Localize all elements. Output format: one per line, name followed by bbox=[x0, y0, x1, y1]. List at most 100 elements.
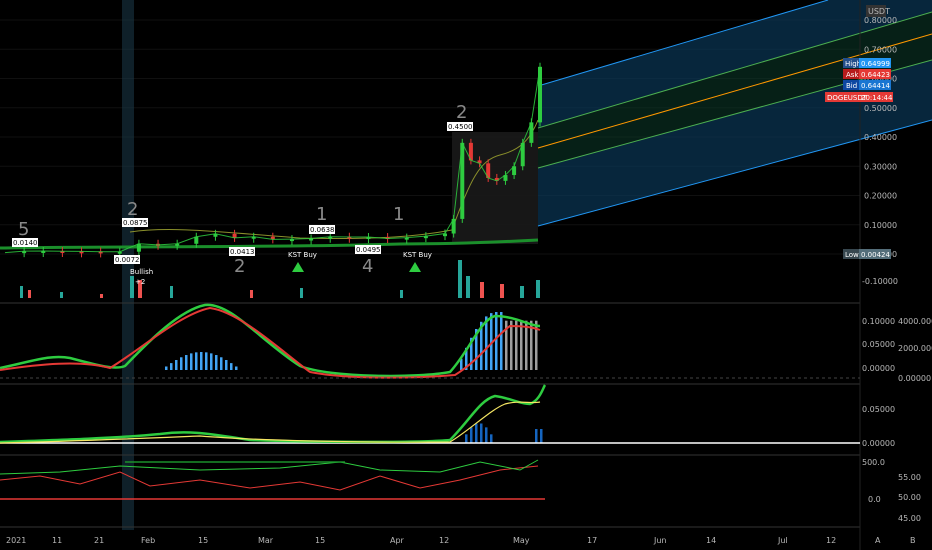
y-tick-label: 0.30000 bbox=[864, 162, 897, 171]
svg-text:KST Buy: KST Buy bbox=[403, 251, 432, 259]
osc2-histogram-bar bbox=[465, 434, 468, 443]
macd-histogram-bar bbox=[525, 320, 528, 370]
svg-text:B: B bbox=[910, 536, 916, 545]
y-tick-label: 0.20000 bbox=[864, 192, 897, 201]
y-tick-label: 0.10000 bbox=[864, 221, 897, 230]
macd-histogram-bar bbox=[170, 363, 173, 370]
tag-3: 0.04133 bbox=[229, 247, 259, 256]
osc2-histogram-bar bbox=[480, 423, 483, 443]
svg-text:KST Buy: KST Buy bbox=[288, 251, 317, 259]
macd-histogram-bar bbox=[185, 355, 188, 370]
svg-text:A: A bbox=[875, 536, 881, 545]
x-tick-label: 12 bbox=[826, 536, 836, 545]
x-tick-label: 21 bbox=[94, 536, 104, 545]
svg-text:1: 1 bbox=[316, 204, 327, 225]
svg-text:2: 2 bbox=[234, 256, 245, 277]
svg-text:0.08750: 0.08750 bbox=[123, 219, 152, 227]
macd-histogram-bar bbox=[220, 357, 223, 370]
highlight-bar bbox=[122, 0, 134, 530]
svg-text:0.04956: 0.04956 bbox=[356, 246, 385, 254]
osc2-histogram-bar bbox=[485, 427, 488, 443]
svg-text:50.00: 50.00 bbox=[898, 493, 921, 502]
macd-histogram-bar bbox=[215, 355, 218, 370]
svg-text:Bid: Bid bbox=[846, 82, 857, 90]
y-tick-label: 0.70000 bbox=[864, 45, 897, 54]
x-tick-label: Apr bbox=[390, 536, 405, 545]
x-tick-label: 2021 bbox=[6, 536, 26, 545]
svg-text:55.00: 55.00 bbox=[898, 473, 921, 482]
macd-histogram-bar bbox=[225, 359, 228, 370]
x-tick-label: 17 bbox=[587, 536, 597, 545]
currency-label: USDT bbox=[866, 5, 890, 17]
macd-histogram-bar bbox=[190, 353, 193, 370]
x-tick-label: Feb bbox=[141, 536, 155, 545]
svg-text:1: 1 bbox=[393, 204, 404, 225]
svg-text:0.00728: 0.00728 bbox=[115, 256, 144, 264]
macd-histogram-bar bbox=[495, 312, 498, 370]
svg-text:2: 2 bbox=[456, 102, 467, 123]
x-tick-label: 11 bbox=[52, 536, 62, 545]
x-tick-label: 15 bbox=[198, 536, 208, 545]
osc2-histogram-bar bbox=[540, 429, 543, 443]
svg-text:-0.10000: -0.10000 bbox=[862, 277, 898, 286]
svg-text:0.64999: 0.64999 bbox=[861, 60, 890, 68]
svg-text:Low: Low bbox=[845, 251, 859, 259]
x-tick-label: 14 bbox=[706, 536, 716, 545]
svg-text:0.05000: 0.05000 bbox=[862, 405, 895, 414]
x-tick-label: May bbox=[513, 536, 530, 545]
symbol-countdown: DOGEUSDT 20:14:44 bbox=[825, 92, 893, 102]
macd-histogram-bar bbox=[165, 366, 168, 370]
svg-text:High: High bbox=[845, 60, 861, 68]
macd-histogram-bar bbox=[515, 320, 518, 370]
macd-histogram-bar bbox=[520, 320, 523, 370]
osc2-histogram-bar bbox=[535, 429, 538, 443]
osc2-histogram-bar bbox=[490, 434, 493, 443]
osc2-histogram-bar bbox=[475, 423, 478, 443]
svg-text:5: 5 bbox=[18, 219, 29, 240]
macd-histogram-bar bbox=[210, 353, 213, 370]
ask-quote: Ask 0.64423 bbox=[843, 69, 891, 79]
macd-histogram-bar bbox=[510, 320, 513, 370]
tag-4: 0.06388 bbox=[309, 225, 339, 234]
tag-6: 0.45000 bbox=[447, 122, 477, 131]
svg-text:0.04133: 0.04133 bbox=[230, 248, 259, 256]
macd-histogram-bar bbox=[485, 316, 488, 370]
tag-5: 0.04956 bbox=[355, 245, 385, 254]
svg-text:4000.00000: 4000.00000 bbox=[898, 317, 932, 326]
svg-text:0.01405: 0.01405 bbox=[13, 239, 42, 247]
y-tick-label: 0.40000 bbox=[864, 133, 897, 142]
y-tick-label: 0.50000 bbox=[864, 104, 897, 113]
macd-histogram-bar bbox=[195, 352, 198, 370]
y-tick-label: 0.80000 bbox=[864, 16, 897, 25]
macd-histogram-bar bbox=[175, 359, 178, 370]
price-axis: 0.800000.700000.600000.500000.400000.300… bbox=[864, 16, 897, 259]
tag-2: 0.00728 bbox=[114, 255, 144, 264]
svg-text:0.0: 0.0 bbox=[868, 495, 881, 504]
svg-text:Ask: Ask bbox=[846, 71, 859, 79]
svg-text:2000.00000: 2000.00000 bbox=[898, 344, 932, 353]
x-tick-label: 15 bbox=[315, 536, 325, 545]
macd-histogram-bar bbox=[205, 352, 208, 370]
trading-chart[interactable]: 0.800000.700000.600000.500000.400000.300… bbox=[0, 0, 932, 550]
svg-text:500.0: 500.0 bbox=[862, 458, 885, 467]
svg-text:0.10000: 0.10000 bbox=[862, 317, 895, 326]
svg-text:0.00000: 0.00000 bbox=[862, 439, 895, 448]
high-quote: High 0.64999 bbox=[843, 58, 891, 68]
svg-text:0.00000: 0.00000 bbox=[862, 364, 895, 373]
svg-text:0.00000: 0.00000 bbox=[898, 374, 931, 383]
osc2-histogram-bar bbox=[470, 427, 473, 443]
macd-histogram-bar bbox=[180, 357, 183, 370]
svg-text:0.05000: 0.05000 bbox=[862, 340, 895, 349]
low-quote: Low 0.00424 bbox=[843, 249, 891, 259]
svg-text:0.64414: 0.64414 bbox=[861, 82, 890, 90]
bid-quote: Bid 0.64414 bbox=[843, 80, 891, 90]
svg-text:Bullish: Bullish bbox=[130, 268, 153, 276]
macd-histogram-bar bbox=[500, 312, 503, 370]
macd-histogram-bar bbox=[200, 352, 203, 370]
svg-text:0.00424: 0.00424 bbox=[861, 251, 890, 259]
macd-histogram-bar bbox=[235, 366, 238, 370]
svg-text:0.45000: 0.45000 bbox=[448, 123, 477, 131]
svg-text:2: 2 bbox=[127, 199, 138, 220]
x-tick-label: Jul bbox=[777, 536, 788, 545]
svg-text:45.00: 45.00 bbox=[898, 514, 921, 523]
